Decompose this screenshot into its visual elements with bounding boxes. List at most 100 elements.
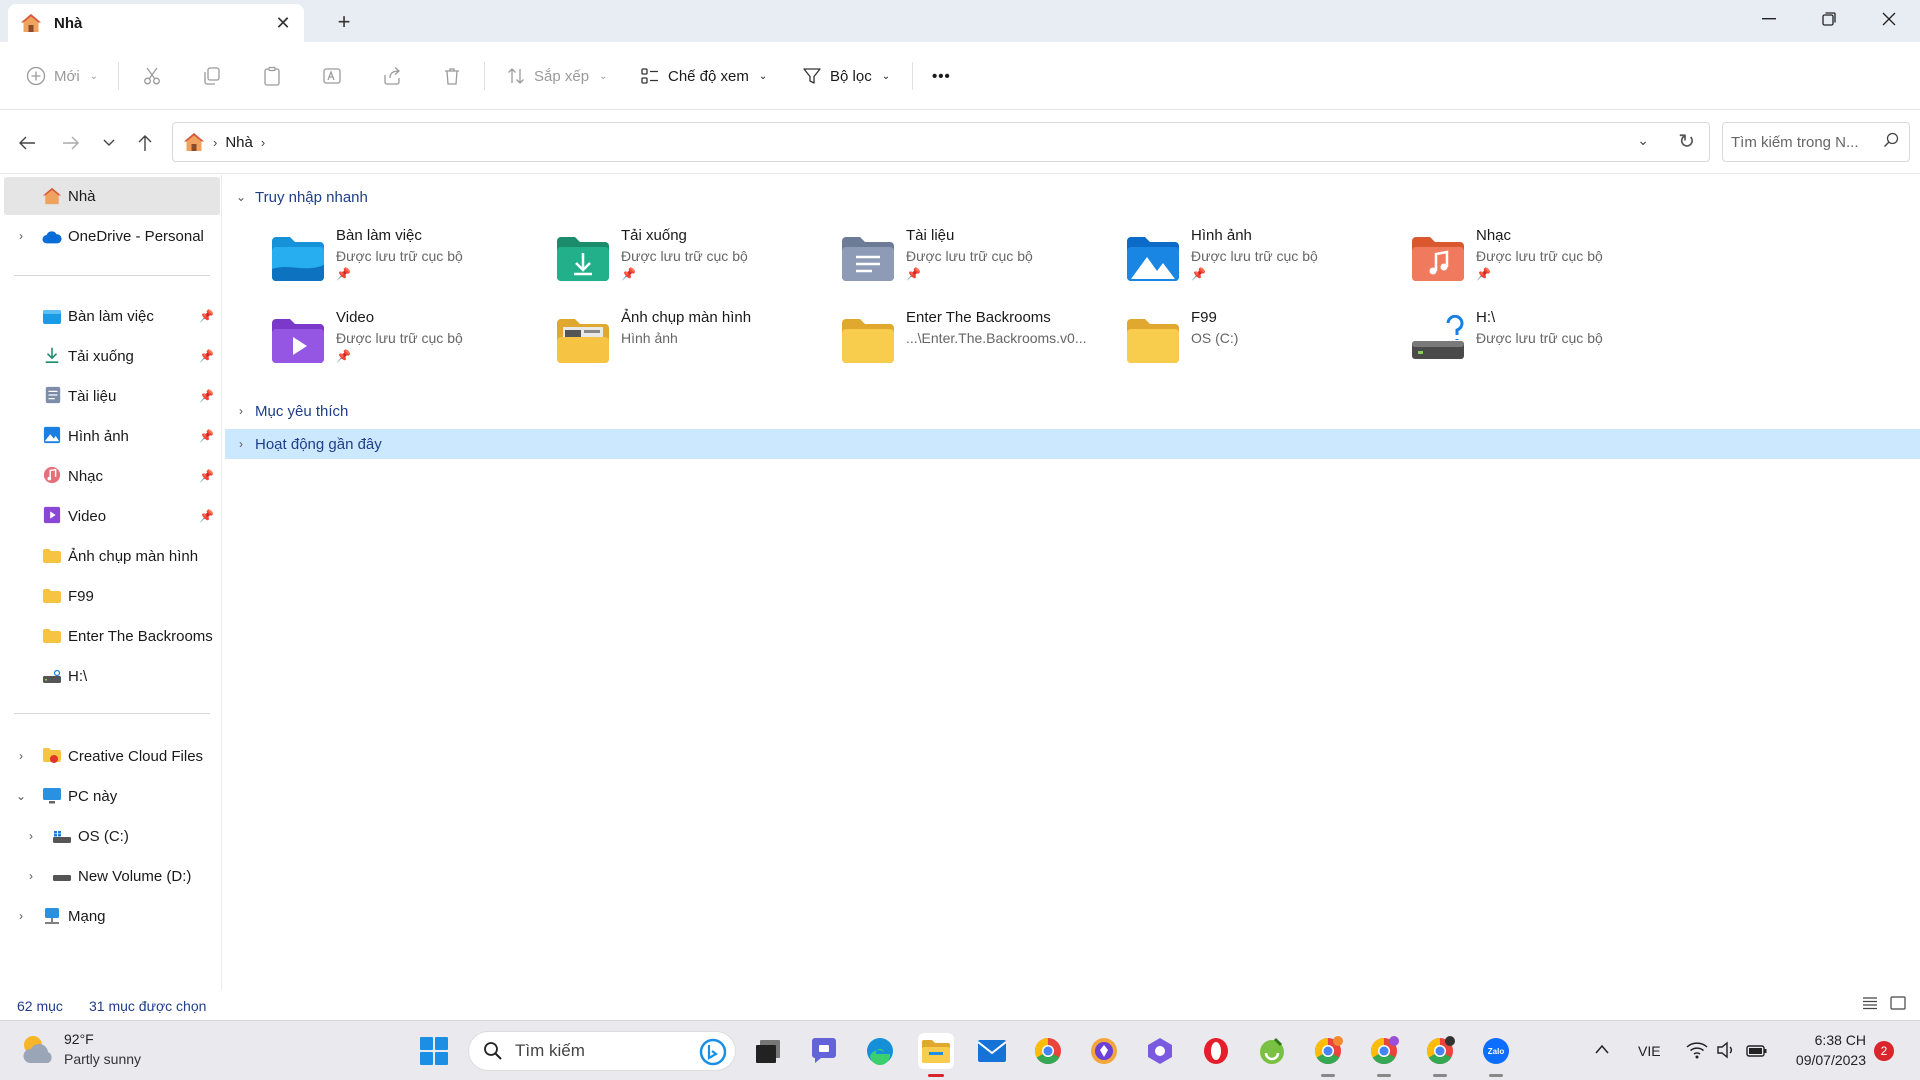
pin-icon[interactable]: 📌: [199, 389, 214, 403]
taskbar-opera[interactable]: [1198, 1033, 1234, 1069]
pin-icon[interactable]: 📌: [199, 309, 214, 323]
start-button[interactable]: [416, 1033, 452, 1069]
details-view-icon[interactable]: [1862, 996, 1880, 1012]
quick-access-enter-the-backrooms[interactable]: Enter The Backrooms ...\Enter.The.Backro…: [840, 309, 1120, 385]
sidebar-item-this-pc[interactable]: ⌄ PC này: [4, 777, 220, 815]
back-button[interactable]: [12, 128, 42, 158]
sort-button[interactable]: Sắp xếp ⌄: [506, 60, 607, 92]
search-icon[interactable]: [1883, 132, 1899, 148]
quick-access-pictures[interactable]: Hình ảnh Được lưu trữ cục bộ 📌: [1125, 227, 1405, 303]
sidebar-item-drive-h[interactable]: H:\: [4, 657, 220, 695]
quick-access-documents[interactable]: Tài liệu Được lưu trữ cục bộ 📌: [840, 227, 1120, 303]
quick-access-downloads[interactable]: Tải xuống Được lưu trữ cục bộ 📌: [555, 227, 835, 303]
bing-icon[interactable]: [699, 1038, 727, 1066]
sidebar-item-enter-the-backrooms[interactable]: Enter The Backrooms: [4, 617, 220, 655]
share-button[interactable]: [382, 60, 402, 92]
sidebar-item-drive-d[interactable]: › New Volume (D:): [4, 857, 220, 895]
sidebar-item-f99[interactable]: F99: [4, 577, 220, 615]
pin-icon[interactable]: 📌: [199, 509, 214, 523]
taskbar-app-brave[interactable]: [1086, 1033, 1122, 1069]
cut-button[interactable]: [142, 60, 162, 92]
sidebar-item-network[interactable]: › Mạng: [4, 897, 220, 935]
sidebar-item-documents[interactable]: Tài liệu 📌: [4, 377, 220, 415]
taskbar-chrome-profile-3[interactable]: [1422, 1033, 1458, 1077]
sidebar-item-music[interactable]: Nhạc 📌: [4, 457, 220, 495]
chevron-right-icon[interactable]: ›: [14, 749, 28, 763]
tiles-view-icon[interactable]: [1890, 996, 1908, 1012]
weather-widget[interactable]: 92°F Partly sunny: [20, 1029, 200, 1073]
taskbar-task-view[interactable]: [750, 1033, 786, 1069]
sidebar-item-drive-c[interactable]: › OS (C:): [4, 817, 220, 855]
recent-locations-button[interactable]: [94, 128, 124, 158]
sidebar-item-pictures[interactable]: Hình ảnh 📌: [4, 417, 220, 455]
taskbar-chrome-profile-1[interactable]: [1310, 1033, 1346, 1077]
delete-button[interactable]: [442, 60, 462, 92]
new-tab-button[interactable]: +: [330, 8, 358, 36]
breadcrumb-home[interactable]: Nhà: [225, 134, 253, 151]
sidebar-item-videos[interactable]: Video 📌: [4, 497, 220, 535]
copy-button[interactable]: [202, 60, 222, 92]
taskbar-app-coccoc[interactable]: [1254, 1033, 1290, 1069]
quick-access-f99[interactable]: F99 OS (C:): [1125, 309, 1405, 385]
address-history-icon[interactable]: ⌄: [1637, 132, 1649, 149]
show-hidden-icons-icon[interactable]: [1594, 1043, 1610, 1055]
wifi-icon[interactable]: [1686, 1041, 1708, 1059]
taskbar-file-explorer[interactable]: [918, 1033, 954, 1077]
volume-icon[interactable]: [1716, 1041, 1736, 1059]
quick-access-screenshots[interactable]: Ảnh chụp màn hình Hình ảnh: [555, 309, 835, 385]
quick-access-videos[interactable]: Video Được lưu trữ cục bộ 📌: [270, 309, 550, 385]
chevron-down-icon[interactable]: ⌄: [14, 789, 28, 803]
minimize-button[interactable]: [1740, 0, 1798, 38]
taskbar-search[interactable]: Tìm kiếm: [468, 1031, 736, 1071]
taskbar-chrome-profile-2[interactable]: [1366, 1033, 1402, 1077]
quick-access-music[interactable]: Nhạc Được lưu trữ cục bộ 📌: [1410, 227, 1690, 303]
search-box[interactable]: [1722, 122, 1910, 162]
paste-button[interactable]: [262, 60, 282, 92]
clipboard-icon: [264, 66, 280, 86]
taskbar-edge[interactable]: [862, 1033, 898, 1069]
quick-access-drive-h[interactable]: H:\ Được lưu trữ cục bộ: [1410, 309, 1690, 385]
input-language[interactable]: VIE: [1638, 1043, 1661, 1059]
tab-home[interactable]: Nhà ✕: [8, 4, 304, 42]
chevron-right-icon[interactable]: ›: [14, 909, 28, 923]
recent-activity-header[interactable]: › Hoạt động gần đây: [225, 429, 1920, 459]
chevron-right-icon[interactable]: ›: [14, 229, 28, 243]
pin-icon[interactable]: 📌: [199, 349, 214, 363]
quick-access-desktop[interactable]: Bàn làm việc Được lưu trữ cục bộ 📌: [270, 227, 550, 303]
close-window-button[interactable]: [1860, 0, 1918, 38]
chevron-right-icon[interactable]: ›: [261, 135, 265, 150]
address-bar[interactable]: › Nhà › ⌄ ↻: [172, 122, 1710, 162]
search-input[interactable]: [1731, 133, 1871, 151]
sidebar-item-screenshots[interactable]: Ảnh chụp màn hình: [4, 537, 220, 575]
sidebar-item-home[interactable]: Nhà: [4, 177, 220, 215]
forward-button[interactable]: [56, 128, 86, 158]
pin-icon[interactable]: 📌: [199, 429, 214, 443]
refresh-icon[interactable]: ↻: [1678, 129, 1695, 154]
clock-time[interactable]: 6:38 CH: [1800, 1032, 1866, 1048]
rename-button[interactable]: [322, 60, 342, 92]
chevron-right-icon[interactable]: ›: [24, 869, 38, 883]
clock-date[interactable]: 09/07/2023: [1786, 1052, 1866, 1068]
taskbar-app-copilot[interactable]: [1142, 1033, 1178, 1069]
notification-badge[interactable]: 2: [1874, 1041, 1894, 1061]
taskbar-zalo[interactable]: Zalo: [1478, 1033, 1514, 1077]
sidebar-item-desktop[interactable]: Bàn làm việc 📌: [4, 297, 220, 335]
new-button[interactable]: Mới ⌄: [26, 60, 98, 92]
pin-icon[interactable]: 📌: [199, 469, 214, 483]
favorites-header[interactable]: › Mục yêu thích: [231, 397, 348, 425]
up-button[interactable]: [130, 128, 160, 158]
taskbar-chrome[interactable]: [1030, 1033, 1066, 1069]
sidebar-item-onedrive[interactable]: › OneDrive - Personal: [4, 217, 220, 255]
battery-icon[interactable]: [1746, 1041, 1768, 1059]
filter-button[interactable]: Bộ lọc ⌄: [802, 60, 890, 92]
more-options-button[interactable]: •••: [932, 60, 951, 92]
quick-access-header[interactable]: ⌄ Truy nhập nhanh: [231, 183, 368, 211]
sidebar-item-downloads[interactable]: Tải xuống 📌: [4, 337, 220, 375]
taskbar-mail[interactable]: [974, 1033, 1010, 1069]
restore-button[interactable]: [1800, 0, 1858, 38]
chevron-right-icon[interactable]: ›: [24, 829, 38, 843]
close-tab-icon[interactable]: ✕: [272, 12, 294, 34]
view-button[interactable]: Chế độ xem ⌄: [640, 60, 767, 92]
taskbar-teams[interactable]: [806, 1033, 842, 1069]
sidebar-item-creative-cloud[interactable]: › Creative Cloud Files: [4, 737, 220, 775]
